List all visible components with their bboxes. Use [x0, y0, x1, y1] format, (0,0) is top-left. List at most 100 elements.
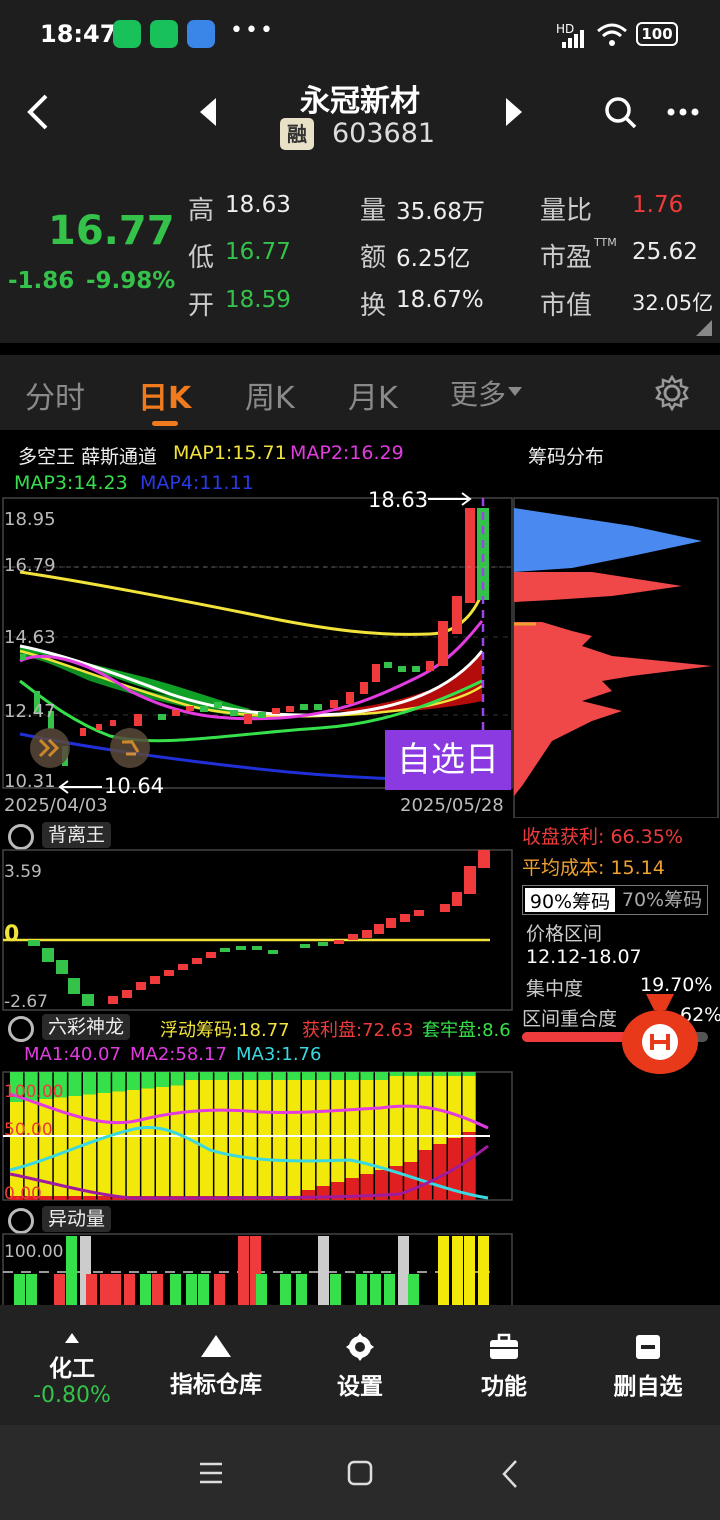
- stripe-green: [345, 1072, 359, 1080]
- functions-button[interactable]: 功能: [446, 1333, 562, 1401]
- stripe-green: [97, 1072, 111, 1093]
- ind2-y100: 100.00: [4, 1082, 64, 1102]
- prev-stock-icon[interactable]: [196, 96, 220, 128]
- stripe-yellow: [243, 1080, 257, 1196]
- volume-bar: [26, 1274, 37, 1305]
- tab-intraday[interactable]: 分时: [25, 373, 85, 417]
- mktcap-value: 32.05亿: [632, 291, 714, 315]
- stripe-yellow: [141, 1088, 155, 1196]
- ind2-name[interactable]: 六彩神龙: [42, 1014, 131, 1040]
- caret-up-icon: [65, 1333, 79, 1343]
- more-notifications-icon: •••: [230, 18, 275, 43]
- search-icon[interactable]: [604, 96, 638, 130]
- double-chevron-icon: [38, 738, 60, 758]
- six-color-dragon-chart[interactable]: [0, 1070, 515, 1202]
- stripe-yellow: [229, 1080, 243, 1196]
- turnover-label: 换: [360, 291, 387, 321]
- indicator-library-button[interactable]: 指标仓库: [158, 1333, 274, 1399]
- turnover-value: 18.67%: [396, 287, 484, 313]
- kline-chart-area[interactable]: 多空王 薛斯通道 MAP1:15.71 MAP2:16.29 MAP3:14.2…: [0, 430, 720, 1305]
- trapped-chips-value: 套牢盘:8.6: [422, 1020, 511, 1041]
- open-value: 18.59: [225, 287, 291, 313]
- ind1-settings-icon[interactable]: [8, 824, 34, 850]
- high-arrow-icon: [428, 492, 472, 506]
- red-envelope-bag-icon[interactable]: [618, 988, 702, 1076]
- stripe-green: [112, 1072, 126, 1092]
- stripe-yellow: [287, 1080, 301, 1196]
- stripe-red: [53, 1196, 67, 1200]
- volume-bar: [124, 1274, 135, 1305]
- ind3-name[interactable]: 异动量: [42, 1206, 112, 1232]
- ind1-name[interactable]: 背离王: [42, 822, 112, 848]
- tab-more[interactable]: 更多: [450, 373, 506, 413]
- toolbox-icon: [490, 1333, 518, 1359]
- stripe-green: [214, 1072, 228, 1080]
- volume-bar: [478, 1236, 489, 1305]
- stripe-green: [287, 1072, 301, 1080]
- ind3-settings-icon[interactable]: [8, 1208, 34, 1234]
- map1-value: MAP1:15.71: [173, 442, 287, 464]
- next-stock-icon[interactable]: [502, 96, 526, 128]
- battery-icon: 100: [636, 22, 678, 46]
- settings-button[interactable]: 设置: [302, 1333, 418, 1401]
- stripe-green: [258, 1072, 272, 1080]
- triangle-up-icon: [201, 1335, 231, 1357]
- wechat-icon: [113, 20, 141, 48]
- home-icon[interactable]: [346, 1459, 374, 1487]
- stripe-green: [418, 1072, 432, 1076]
- stripe-green: [433, 1072, 447, 1076]
- system-back-icon[interactable]: [500, 1459, 520, 1489]
- recent-apps-icon[interactable]: [198, 1461, 224, 1485]
- stripe-green: [199, 1072, 213, 1080]
- high-label: 高: [188, 196, 215, 226]
- back-icon[interactable]: [24, 94, 52, 130]
- tab-chip-90[interactable]: 90%筹码: [523, 886, 617, 914]
- stripe-red: [433, 1144, 447, 1200]
- stripe-green: [126, 1072, 140, 1090]
- chart-settings-icon[interactable]: [654, 375, 690, 411]
- volume-bar: [86, 1274, 97, 1305]
- remove-watchlist-button[interactable]: 删自选: [590, 1333, 706, 1401]
- fast-forward-button[interactable]: [30, 728, 70, 768]
- stripe-yellow: [112, 1091, 126, 1196]
- tab-monthly-k[interactable]: 月K: [348, 373, 398, 417]
- stripe-red: [404, 1162, 418, 1200]
- chart-tool-button[interactable]: [110, 728, 150, 768]
- divergence-indicator-chart[interactable]: [0, 848, 515, 1012]
- main-indicator-name[interactable]: 多空王 薛斯通道: [18, 442, 157, 469]
- y-label-high: 18.95: [4, 509, 56, 530]
- stripe-yellow: [375, 1080, 389, 1170]
- volume-bar: [356, 1274, 367, 1305]
- y-label-3: 14.63: [4, 627, 56, 648]
- more-menu-icon[interactable]: [666, 106, 700, 118]
- stripe-green: [68, 1072, 82, 1096]
- abnormal-volume-chart[interactable]: [0, 1232, 515, 1305]
- vol-ratio-label: 量比: [540, 196, 593, 226]
- chip-distribution-chart[interactable]: [512, 496, 720, 818]
- tab-daily-k[interactable]: 日K: [138, 373, 191, 417]
- volume-bar: [110, 1274, 121, 1305]
- volume-bar: [152, 1274, 163, 1305]
- stripe-yellow: [404, 1076, 418, 1162]
- tab-weekly-k[interactable]: 周K: [245, 373, 295, 417]
- mktcap-label: 市值: [540, 291, 593, 321]
- stripe-yellow: [170, 1085, 184, 1196]
- volume-bar: [14, 1274, 25, 1305]
- volume-bar: [384, 1274, 395, 1305]
- sector-button[interactable]: 化工 -0.80%: [14, 1323, 130, 1408]
- volume-bar: [408, 1274, 419, 1305]
- settings-label: 设置: [337, 1374, 383, 1400]
- volume-bar: [398, 1236, 409, 1305]
- map3-value: MAP3:14.23: [14, 472, 128, 494]
- last-price: 16.77: [48, 208, 175, 254]
- volume-bar: [100, 1274, 111, 1305]
- tab-chip-70[interactable]: 70%筹码: [617, 886, 707, 914]
- stripe-red: [68, 1196, 82, 1200]
- y-label-4: 12.47: [4, 701, 56, 722]
- stripe-red: [462, 1132, 476, 1200]
- wechat-icon: [150, 20, 178, 48]
- volume-bar: [318, 1236, 329, 1305]
- ind2-settings-icon[interactable]: [8, 1016, 34, 1042]
- stripe-green: [331, 1072, 345, 1080]
- expand-corner-icon[interactable]: [696, 320, 712, 336]
